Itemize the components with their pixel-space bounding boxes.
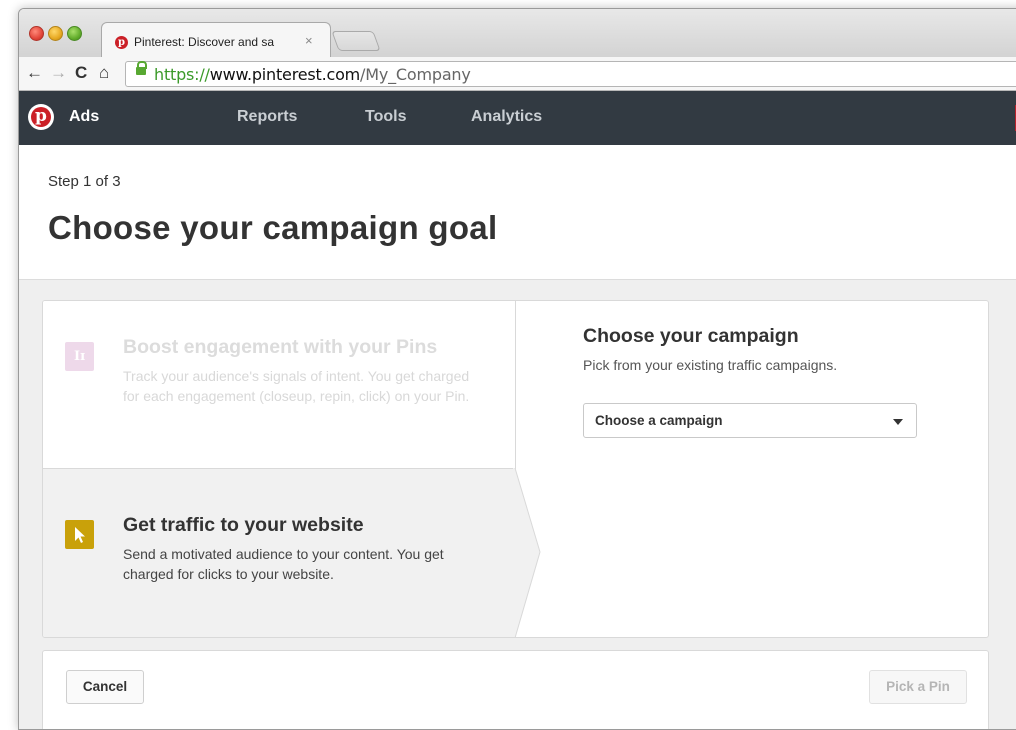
goal-description: Track your audience's signals of intent.… <box>123 368 470 404</box>
goal-card: Iɪ Boost engagement with your Pins Track… <box>42 300 989 638</box>
lock-icon <box>136 61 147 75</box>
nav-reports[interactable]: Reports <box>237 108 297 126</box>
step-indicator: Step 1 of 3 <box>48 173 121 190</box>
url-scheme: https:// <box>154 65 210 84</box>
address-bar[interactable]: https://www.pinterest.com/My_Company <box>125 61 1016 87</box>
url-path: /My_Company <box>360 65 471 84</box>
pinterest-logo-icon[interactable]: p <box>28 104 54 130</box>
minimize-window-button[interactable] <box>48 26 63 41</box>
engagement-icon: Iɪ <box>65 342 94 371</box>
footer-bar: Cancel Pick a Pin <box>42 650 989 729</box>
campaign-select[interactable]: Choose a campaign <box>583 403 917 438</box>
goal-title: Boost engagement with your Pins <box>123 336 438 358</box>
campaign-panel: Choose your campaign Pick from your exis… <box>583 325 963 438</box>
zoom-window-button[interactable] <box>67 26 82 41</box>
goal-option-traffic[interactable]: Get traffic to your website Send a motiv… <box>43 469 515 637</box>
nav-tools[interactable]: Tools <box>365 108 406 126</box>
page-header: Step 1 of 3 Choose your campaign goal <box>19 145 1016 280</box>
close-window-button[interactable] <box>29 26 44 41</box>
logo-glyph: p <box>35 106 47 126</box>
content-area: Iɪ Boost engagement with your Pins Track… <box>19 280 1016 729</box>
campaign-title: Choose your campaign <box>583 325 799 347</box>
pick-a-pin-button[interactable]: Pick a Pin <box>869 670 967 704</box>
selected-arrow <box>513 468 541 637</box>
goal-description: Send a motivated audience to your conten… <box>123 546 444 582</box>
campaign-subtitle: Pick from your existing traffic campaign… <box>583 357 838 373</box>
cancel-button[interactable]: Cancel <box>66 670 144 704</box>
campaign-select-value: Choose a campaign <box>595 413 723 428</box>
home-icon[interactable]: ⌂ <box>99 64 109 82</box>
url-text: https://www.pinterest.com/My_Company <box>154 65 471 84</box>
goal-title: Get traffic to your website <box>123 514 364 536</box>
back-arrow-icon[interactable]: ← <box>26 64 43 82</box>
browser-window: p Pinterest: Discover and sa × ← → C ⌂ h… <box>18 8 1016 730</box>
chevron-down-icon <box>893 419 903 425</box>
cursor-icon <box>65 520 94 549</box>
browser-tab[interactable]: p Pinterest: Discover and sa × <box>101 22 331 58</box>
pinterest-favicon-icon: p <box>115 36 128 49</box>
goal-option-engagement[interactable]: Iɪ Boost engagement with your Pins Track… <box>43 301 516 469</box>
ads-navbar: p Ads Reports Tools Analytics <box>19 91 1016 145</box>
reload-icon[interactable]: C <box>75 64 87 82</box>
new-tab-button[interactable] <box>331 31 381 51</box>
page-title: Choose your campaign goal <box>48 209 498 246</box>
browser-toolbar: ← → C ⌂ https://www.pinterest.com/My_Com… <box>19 57 1016 91</box>
tab-close-icon[interactable]: × <box>305 33 313 48</box>
url-host: www.pinterest.com <box>209 65 361 84</box>
ads-home-link[interactable]: Ads <box>69 108 99 126</box>
tab-strip: p Pinterest: Discover and sa × <box>19 9 1016 58</box>
forward-arrow-icon[interactable]: → <box>50 64 67 82</box>
nav-analytics[interactable]: Analytics <box>471 108 542 126</box>
tab-title: Pinterest: Discover and sa <box>134 35 275 49</box>
